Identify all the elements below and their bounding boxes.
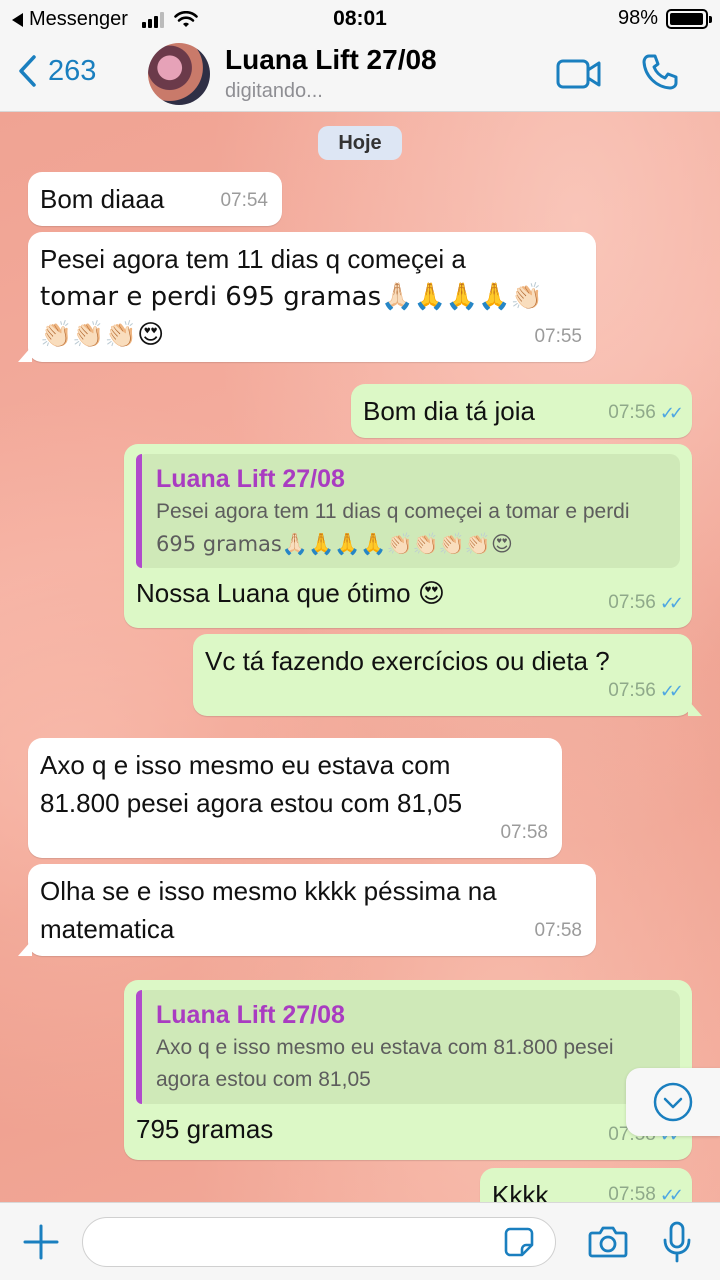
message-outgoing[interactable]: Vc tá fazendo exercícios ou dieta ? 07:5…: [193, 634, 702, 716]
message-time: 07:56: [608, 592, 656, 613]
message-time: 07:56: [608, 680, 656, 701]
message-text-line: Axo q e isso mesmo eu estava com: [40, 750, 451, 780]
message-text-line: tomar e perdi 695 gramas🙏🏻🙏🙏🙏👏🏻: [40, 282, 543, 312]
battery-status: 98%: [617, 7, 712, 30]
quoted-message[interactable]: Luana Lift 27/08 Pesei agora tem 11 dias…: [136, 454, 680, 568]
chat-header: 263 Luana Lift 27/08 digitando...: [0, 38, 720, 112]
chevron-down-icon: [653, 1082, 693, 1122]
message-outgoing[interactable]: Kkkk 07:58 ✓✓: [480, 1168, 692, 1202]
read-check-icon: ✓✓: [659, 593, 684, 613]
phone-call-button[interactable]: [640, 52, 680, 97]
quote-author: Luana Lift 27/08: [156, 1001, 345, 1029]
voice-message-button[interactable]: [662, 1221, 692, 1268]
message-time: 07:56: [608, 402, 656, 423]
message-input[interactable]: [82, 1217, 556, 1267]
message-text-line: matematica: [40, 914, 175, 944]
microphone-icon: [663, 1221, 691, 1263]
camera-icon: [588, 1226, 628, 1258]
chat-area[interactable]: Hoje Bom diaaa 07:54 Pesei agora tem 11 …: [0, 112, 720, 1202]
sticker-icon: [504, 1227, 534, 1257]
message-time: 07:58: [500, 822, 548, 843]
message-incoming[interactable]: Pesei agora tem 11 dias q começei a toma…: [18, 232, 596, 362]
attach-button[interactable]: [22, 1223, 60, 1266]
message-meta: 07:56 ✓✓: [608, 394, 684, 432]
avatar[interactable]: [148, 43, 210, 105]
video-call-button[interactable]: [556, 58, 602, 95]
message-incoming[interactable]: Bom diaaa 07:54: [28, 172, 282, 226]
quote-text-line: Pesei agora tem 11 dias q começei a toma…: [156, 500, 630, 523]
read-check-icon: ✓✓: [659, 681, 684, 701]
message-outgoing-reply[interactable]: Luana Lift 27/08 Pesei agora tem 11 dias…: [124, 444, 692, 628]
message-text: 795 gramas: [136, 1114, 274, 1144]
message-composer: [0, 1202, 720, 1280]
video-call-icon: [556, 59, 601, 89]
message-text: Kkkk: [492, 1180, 549, 1202]
battery-fill: [670, 12, 704, 25]
message-meta: 07:56 ✓✓: [608, 672, 684, 710]
message-meta: 07:56 ✓✓: [608, 584, 684, 622]
quote-text-line: agora estou com 81,05: [156, 1068, 371, 1091]
quote-text-line: 695 gramas🙏🏻🙏🙏🙏👏🏻👏🏻👏🏻👏🏻😍: [156, 532, 513, 556]
message-time: 07:54: [220, 190, 268, 211]
sticker-button[interactable]: [504, 1227, 534, 1262]
message-time: 07:58: [608, 1184, 656, 1202]
message-time: 07:58: [534, 920, 582, 941]
unread-count: 263: [48, 54, 97, 87]
message-text-line: Olha se e isso mesmo kkkk péssima na: [40, 876, 497, 906]
quote-author: Luana Lift 27/08: [156, 465, 345, 493]
quote-text-line: Axo q e isso mesmo eu estava com 81.800 …: [156, 1036, 614, 1059]
message-text-line: 81.800 pesei agora estou com 81,05: [40, 788, 463, 818]
read-check-icon: ✓✓: [659, 403, 684, 423]
message-meta: 07:58✓✓: [608, 1176, 684, 1202]
message-text-line: 👏🏻👏🏻👏🏻😍: [40, 320, 165, 350]
battery-percent: 98%: [617, 7, 658, 29]
message-text: Bom diaaa: [40, 184, 165, 214]
status-bar: Messenger 08:01 98%: [0, 0, 720, 38]
camera-button[interactable]: [588, 1225, 628, 1264]
message-incoming[interactable]: Axo q e isso mesmo eu estava com 81.800 …: [28, 738, 562, 858]
scroll-to-bottom-button[interactable]: [626, 1068, 720, 1136]
message-outgoing[interactable]: Bom dia tá joia 07:56 ✓✓: [351, 384, 692, 438]
back-button[interactable]: 263: [18, 54, 96, 88]
contact-name[interactable]: Luana Lift 27/08: [225, 44, 437, 76]
message-outgoing-reply[interactable]: Luana Lift 27/08 Axo q e isso mesmo eu e…: [124, 980, 692, 1160]
contact-status: digitando...: [225, 80, 323, 102]
back-chevron-icon: [19, 55, 36, 87]
message-text: Bom dia tá joia: [363, 396, 535, 426]
message-incoming[interactable]: Olha se e isso mesmo kkkk péssima na mat…: [18, 864, 596, 956]
status-time: 08:01: [333, 7, 387, 30]
message-time: 07:55: [534, 326, 582, 347]
date-separator: Hoje: [318, 126, 402, 160]
message-text: Nossa Luana que ótimo 😍: [136, 578, 445, 608]
read-check-icon: ✓✓: [659, 1185, 684, 1202]
plus-icon: [23, 1224, 59, 1260]
message-text-line: Pesei agora tem 11 dias q começei a: [40, 244, 466, 274]
phone-icon: [642, 54, 678, 90]
quoted-message[interactable]: Luana Lift 27/08 Axo q e isso mesmo eu e…: [136, 990, 680, 1104]
battery-icon: [666, 8, 712, 29]
